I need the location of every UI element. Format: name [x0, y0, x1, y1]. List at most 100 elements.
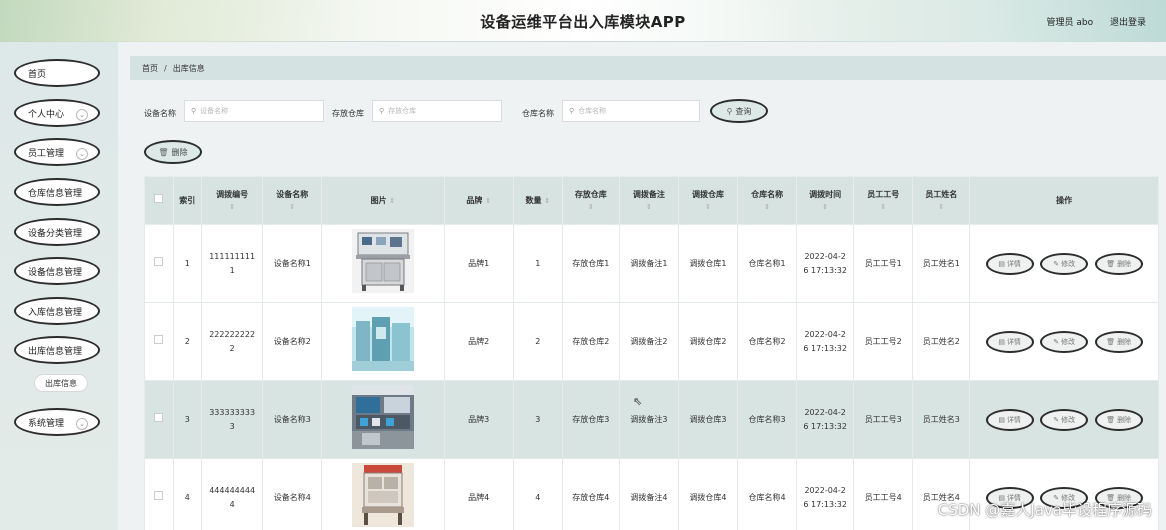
breadcrumb-home[interactable]: 首页 [142, 63, 158, 74]
cell-transfer-time: 2022-04-2 6 17:13:32 [796, 458, 855, 530]
sidebar-item-outbound[interactable]: 出库信息管理 [14, 336, 100, 364]
device-photo-1[interactable] [351, 229, 414, 293]
sidebar-item-warehouse-info[interactable]: 仓库信息管理 [14, 178, 100, 206]
edit-button[interactable]: ✎ 修改 [1040, 408, 1089, 431]
cell-transfer-warehouse: 调拨仓库3 [677, 380, 739, 459]
header-image[interactable]: 图片 ⇕ [321, 176, 445, 225]
sidebar-item-inbound[interactable]: 入库信息管理 [14, 297, 100, 325]
sidebar-item-label: 设备分类管理 [28, 228, 83, 239]
cell-image [321, 458, 445, 530]
warehouse-input[interactable]: ⚲ 仓库名称 [562, 100, 700, 122]
sort-icon: ⇕ [587, 202, 594, 211]
user-info: 管理员 abo 退出登录 [1033, 15, 1147, 28]
header-transfer-warehouse[interactable]: 调拨仓库 ⇕ [677, 176, 739, 225]
watermark: CSDN @嘉人Java毕设程序源码 [937, 501, 1152, 519]
time-line: 2022-04-2 [804, 485, 846, 495]
storage-input[interactable]: ⚲ 存放仓库 [372, 100, 502, 122]
sort-icon: ⇕ [705, 202, 711, 211]
sidebar-item-label: 入库信息管理 [28, 307, 83, 318]
batch-delete-button[interactable]: 🗑 删除 [144, 140, 202, 164]
header-storage[interactable]: 存放仓库 ⇕ [561, 176, 620, 225]
header-label: 调拨仓库 [691, 189, 724, 199]
cell-warehouse-name: 仓库名称2 [737, 302, 798, 381]
sidebar-item-home[interactable]: 首页 [14, 59, 100, 87]
sidebar-item-system[interactable]: 系统管理 ⌄ [14, 408, 100, 436]
cell-transfer-no: 222222222 2 [201, 302, 264, 381]
search-button[interactable]: ⚲ 查询 [710, 99, 768, 123]
cell-index: 3 [172, 380, 203, 459]
header-transfer-note[interactable]: 调拨备注 ⇕ [618, 176, 679, 225]
search-icon: ⚲ [379, 107, 385, 115]
sidebar-item-staff[interactable]: 员工管理 ⌄ [14, 138, 100, 166]
chevron-down-icon: ⌄ [76, 109, 88, 121]
detail-button[interactable]: ▤ 详情 [985, 252, 1034, 275]
sidebar-item-personal-center[interactable]: 个人中心 ⌄ [14, 99, 100, 127]
mouse-cursor-icon: ⇖ [633, 395, 643, 408]
sort-icon: ⇕ [485, 196, 492, 205]
detail-button[interactable]: ▤ 详情 [985, 330, 1034, 353]
cell-storage: 存放仓库2 [561, 302, 620, 381]
sidebar-subitem-outbound-info[interactable]: 出库信息 [34, 374, 88, 392]
row-checkbox[interactable] [154, 412, 164, 422]
row-checkbox[interactable] [154, 334, 164, 344]
cell-device-name: 设备名称4 [262, 458, 323, 530]
device-photo-4[interactable] [351, 463, 414, 527]
sidebar-item-label: 个人中心 [28, 109, 65, 120]
document-icon: ▤ [998, 337, 1005, 346]
header-warehouse-name[interactable]: 仓库名称 ⇕ [737, 176, 798, 225]
cell-staff-name: 员工姓名1 [912, 224, 971, 303]
cell-staff-no: 员工工号1 [853, 224, 914, 303]
header-device-name[interactable]: 设备名称 ⇕ [262, 176, 323, 225]
delete-label: 删除 [1117, 415, 1132, 424]
row-checkbox[interactable] [154, 256, 164, 266]
document-icon: ▤ [998, 259, 1005, 268]
cell-transfer-warehouse: 调拨仓库2 [677, 302, 739, 381]
sidebar-item-label: 出库信息管理 [28, 346, 83, 357]
sort-icon: ⇕ [229, 202, 236, 211]
cell-index: 2 [172, 302, 203, 381]
cell-image [321, 380, 445, 459]
header-quantity[interactable]: 数量 ⇕ [512, 176, 563, 225]
header-transfer-time[interactable]: 调拨时间 ⇕ [796, 176, 855, 225]
storage-label: 存放仓库 [332, 109, 364, 118]
header-staff-name[interactable]: 员工姓名 ⇕ [912, 176, 971, 225]
device-photo-3[interactable] [351, 385, 414, 449]
header-transfer-no[interactable]: 调拨编号 ⇕ [201, 176, 264, 225]
checkbox[interactable] [154, 194, 164, 203]
edit-button[interactable]: ✎ 修改 [1040, 252, 1089, 275]
device-photo-2[interactable] [351, 307, 414, 371]
header-label: 仓库名称 [751, 189, 784, 199]
logout-link[interactable]: 退出登录 [1110, 18, 1146, 28]
cell-storage: 存放仓库3 [561, 380, 620, 459]
sidebar-item-device-info[interactable]: 设备信息管理 [14, 257, 100, 285]
device-name-input[interactable]: ⚲ 设备名称 [184, 100, 324, 122]
cell-quantity: 1 [512, 224, 563, 303]
app-title: 设备运维平台出入库模块APP [480, 13, 686, 31]
delete-button[interactable]: 🗑 删除 [1094, 252, 1143, 275]
header-label: 设备名称 [276, 189, 309, 199]
cell-quantity: 3 [512, 380, 563, 459]
table-header-row: 索引 调拨编号 ⇕ 设备名称 ⇕ 图片 ⇕ 品牌 ⇕ 数量 ⇕ 存放仓库 ⇕ 调拨备注… [144, 176, 1159, 225]
row-checkbox[interactable] [154, 490, 164, 500]
table-row[interactable]: 1 111111111 1 设备名称1 品牌1 1 存放仓库1 调拨备注1 调拨… [144, 224, 1159, 303]
header-label: 图片 [370, 195, 387, 205]
header-staff-no[interactable]: 员工工号 ⇕ [853, 176, 914, 225]
cell-transfer-note: 调拨备注3 [618, 380, 679, 459]
header-select-all[interactable] [144, 176, 174, 225]
storage-placeholder: 存放仓库 [388, 107, 417, 115]
detail-button[interactable]: ▤ 详情 [985, 408, 1034, 431]
transfer-no-line: 4 [229, 499, 235, 509]
edit-button[interactable]: ✎ 修改 [1040, 330, 1089, 353]
cell-transfer-no: 111111111 1 [201, 224, 264, 303]
table-row[interactable]: 2 222222222 2 设备名称2 品牌2 2 存放仓库2 调拨备注2 调拨… [144, 302, 1159, 381]
delete-button[interactable]: 🗑 删除 [1094, 408, 1143, 431]
sidebar-item-device-category[interactable]: 设备分类管理 [14, 218, 100, 246]
transfer-no-line: 111111111 [209, 251, 256, 261]
cell-transfer-no: 333333333 3 [201, 380, 264, 459]
header-brand[interactable]: 品牌 ⇕ [443, 176, 514, 225]
chevron-down-icon: ⌄ [76, 418, 88, 430]
header-label: 员工姓名 [925, 189, 958, 199]
delete-button[interactable]: 🗑 删除 [1094, 330, 1143, 353]
cell-storage: 存放仓库1 [561, 224, 620, 303]
table-row[interactable]: 3 333333333 3 设备名称3 品牌3 3 存放仓库3 调拨备注3 调拨… [144, 380, 1159, 459]
